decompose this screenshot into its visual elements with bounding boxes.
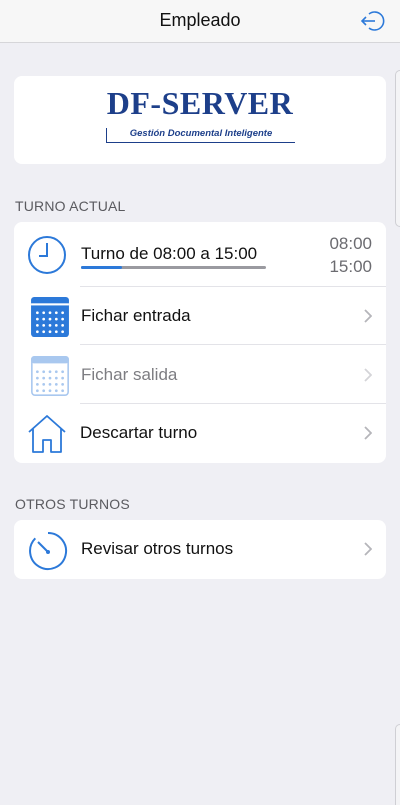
discard-shift-row[interactable]: Descartar turno — [14, 404, 386, 462]
chevron-right-icon — [364, 309, 372, 323]
clock-icon — [28, 236, 66, 274]
shift-progress-bar — [81, 266, 266, 269]
company-logo: DF-SERVER — [106, 85, 294, 121]
review-shifts-row[interactable]: Revisar otros turnos — [14, 520, 386, 579]
shift-title: Turno de 08:00 a 15:00 — [81, 244, 258, 263]
clock-out-row[interactable]: Fichar salida — [14, 346, 386, 404]
page-title: Empleado — [159, 10, 241, 30]
side-edge-decoration — [395, 724, 400, 805]
chevron-right-icon — [364, 426, 372, 440]
logo-tagline-box: Gestión Documental Inteligente — [106, 128, 295, 143]
navigation-bar: Empleado — [0, 0, 400, 43]
chevron-right-icon — [364, 542, 372, 556]
clock-in-label: Fichar entrada — [81, 306, 191, 325]
timer-icon — [29, 531, 68, 570]
row-divider — [80, 344, 386, 345]
other-shifts-card: Revisar otros turnos — [14, 520, 386, 579]
discard-shift-label: Descartar turno — [80, 423, 198, 442]
company-logo-card: DF-SERVER Gestión Documental Inteligente — [14, 76, 386, 164]
review-shifts-label: Revisar otros turnos — [81, 539, 234, 558]
clock-out-label: Fichar salida — [81, 365, 178, 384]
current-shift-card: Turno de 08:00 a 15:00 08:00 15:00 Ficha… — [14, 222, 386, 463]
shift-end-time: 15:00 — [329, 257, 372, 276]
section-label-current-shift: TURNO ACTUAL — [15, 198, 126, 214]
calendar-icon — [31, 356, 69, 396]
current-shift-row[interactable]: Turno de 08:00 a 15:00 08:00 15:00 — [14, 222, 386, 287]
logout-icon[interactable] — [360, 9, 386, 33]
shift-times: 08:00 15:00 — [329, 232, 372, 278]
section-label-other-shifts: OTROS TURNOS — [15, 496, 130, 512]
chevron-right-icon — [364, 368, 372, 382]
side-edge-decoration — [395, 70, 400, 227]
shift-progress-fill — [81, 266, 122, 269]
home-icon — [28, 415, 66, 453]
shift-start-time: 08:00 — [329, 234, 372, 253]
calendar-icon — [31, 297, 69, 337]
clock-in-row[interactable]: Fichar entrada — [14, 287, 386, 345]
logo-tagline: Gestión Documental Inteligente — [129, 128, 273, 139]
